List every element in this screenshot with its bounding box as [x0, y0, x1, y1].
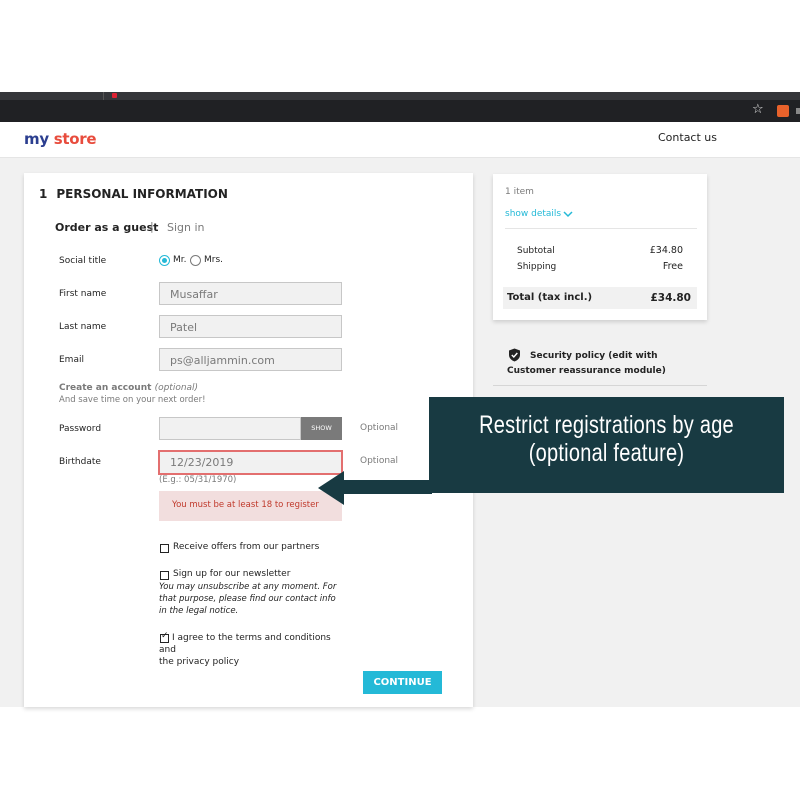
birthdate-field[interactable]: 12/23/2019 [158, 450, 343, 475]
tab-order-as-guest[interactable]: Order as a guest [55, 221, 158, 234]
annotation-arrow-shaft [340, 480, 432, 494]
first-name-field[interactable]: Musaffar [159, 282, 342, 305]
create-account-title: Create an account [59, 383, 152, 393]
browser-tab[interactable] [103, 92, 273, 100]
create-account-optional: (optional) [154, 383, 199, 393]
extension-overflow-icon[interactable] [796, 108, 800, 114]
tab-separator: | [150, 220, 154, 233]
bookmark-star-icon[interactable]: ☆ [752, 102, 764, 117]
radio-mrs[interactable] [190, 255, 201, 266]
offers-checkbox-label: Receive offers from our partners [173, 542, 320, 552]
shipping-label: Shipping [517, 262, 557, 272]
subtotal-value: £34.80 [649, 245, 683, 256]
terms-label-line2: the privacy policy [159, 657, 240, 667]
offers-checkbox[interactable] [160, 544, 169, 553]
password-field[interactable] [159, 417, 301, 440]
create-account-subtext: And save time on your next order! [59, 395, 206, 405]
chevron-down-icon[interactable] [563, 210, 573, 218]
step-title[interactable]: 1 PERSONAL INFORMATION [39, 187, 228, 201]
newsletter-checkbox-label: Sign up for our newsletter [173, 569, 291, 579]
tab-sign-in[interactable]: Sign in [167, 221, 205, 234]
password-label: Password [59, 424, 102, 434]
annotation-line1: Restrict registrations by age [479, 411, 734, 439]
personal-information-card: 1 PERSONAL INFORMATION Order as a guest |… [24, 173, 473, 707]
total-label: Total (tax incl.) [507, 292, 593, 303]
first-name-label: First name [59, 289, 107, 299]
birthdate-label: Birthdate [59, 457, 101, 467]
create-account-heading: Create an account (optional) [59, 383, 198, 393]
step-title-text: PERSONAL INFORMATION [56, 187, 228, 201]
contact-us-link[interactable]: Contact us [658, 131, 717, 144]
email-field[interactable]: ps@alljammin.com [159, 348, 342, 371]
subtotal-label: Subtotal [517, 246, 555, 256]
logo-word-my: my [24, 130, 49, 148]
shipping-value: Free [662, 261, 683, 272]
email-label: Email [59, 355, 84, 365]
tab-favicon-icon [112, 93, 117, 98]
show-details-link[interactable]: show details [505, 209, 561, 219]
annotation-banner: Restrict registrations by age (optional … [429, 397, 784, 493]
summary-divider [505, 228, 697, 229]
cart-summary-card: 1 item show details Subtotal £34.80 Ship… [493, 174, 707, 320]
step-number: 1 [39, 187, 48, 201]
newsletter-checkbox[interactable] [160, 571, 169, 580]
birthdate-error-message: You must be at least 18 to register [159, 491, 342, 521]
birthdate-optional-label: Optional [360, 456, 399, 466]
show-password-button[interactable]: SHOW [301, 417, 342, 440]
social-title-label: Social title [59, 256, 107, 266]
password-optional-label: Optional [360, 423, 399, 433]
continue-button[interactable]: CONTINUE [363, 671, 442, 694]
reassurance-text: Security policy (edit with Customer reas… [507, 351, 666, 376]
annotation-line2: (optional feature) [528, 439, 685, 467]
total-value: £34.80 [650, 292, 691, 304]
last-name-label: Last name [59, 322, 107, 332]
terms-label-line1: I agree to the terms and conditions and [159, 633, 331, 655]
browser-toolbar: ☆ [0, 100, 800, 122]
newsletter-note: You may unsubscribe at any moment. For t… [159, 582, 337, 616]
birthdate-hint: (E.g.: 05/31/1970) [159, 475, 237, 485]
item-count: 1 item [505, 187, 534, 197]
reassurance-divider [493, 385, 707, 386]
screenshot-frame: ☆ my store Contact us 1 PERSONAL INFORMAT… [0, 0, 800, 800]
annotation-arrow-head-icon [318, 471, 344, 505]
annotation-text: Restrict registrations by age (optional … [465, 411, 749, 467]
radio-mrs-label: Mrs. [204, 255, 224, 265]
last-name-field[interactable]: Patel [159, 315, 342, 338]
total-row: Total (tax incl.) £34.80 [503, 287, 697, 309]
radio-mr-label: Mr. [173, 255, 187, 265]
logo-word-store: store [53, 130, 97, 148]
terms-checkbox-label: I agree to the terms and conditions and … [159, 632, 349, 668]
radio-mr[interactable] [159, 255, 170, 266]
store-logo[interactable]: my store [24, 130, 97, 148]
extension-icon[interactable] [777, 105, 789, 117]
